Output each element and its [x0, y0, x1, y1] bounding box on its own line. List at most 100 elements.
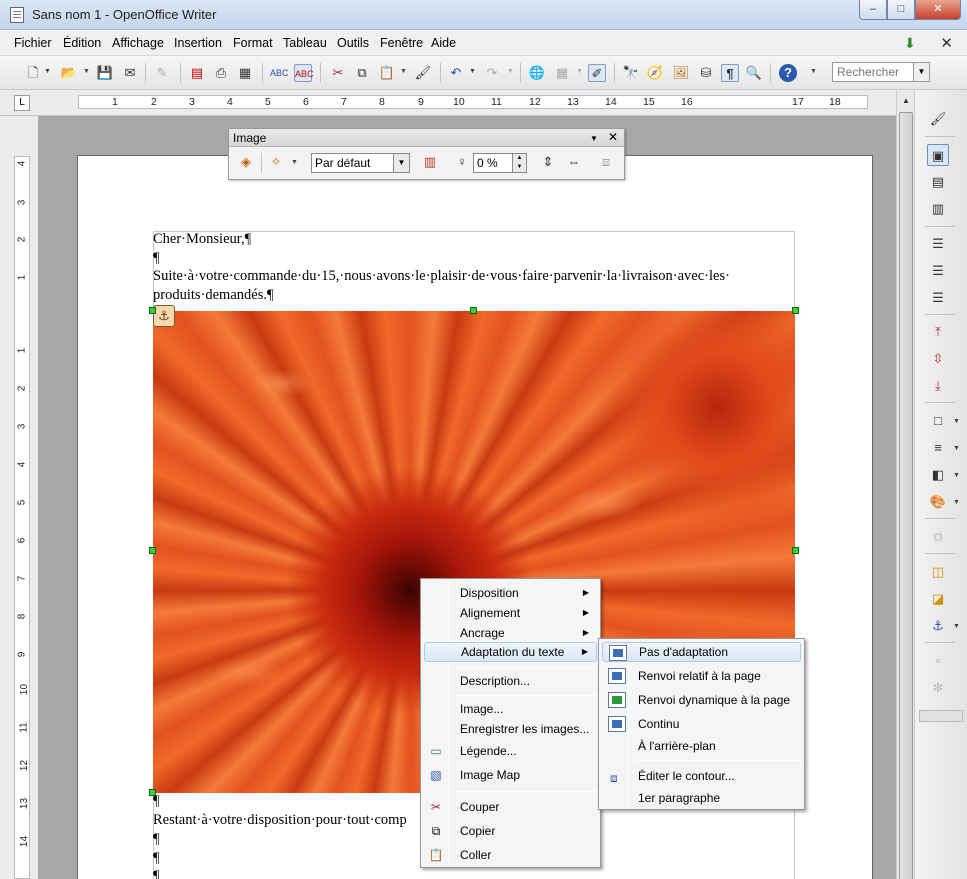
- submenu-item-no-wrap[interactable]: Pas d'adaptation: [602, 642, 801, 662]
- flip-vertical-icon[interactable]: ⇕: [539, 153, 557, 171]
- link-frames-icon[interactable]: ⧉: [927, 526, 949, 548]
- submenu-item-background[interactable]: À l'arrière-plan: [602, 736, 801, 756]
- resize-handle[interactable]: [792, 307, 799, 314]
- transparency-field[interactable]: 0 % ▲ ▼: [473, 153, 527, 173]
- undo-dropdown[interactable]: ▼: [469, 68, 476, 75]
- pilcrow-icon[interactable]: ¶: [721, 64, 739, 82]
- transparency-spinner[interactable]: ▲ ▼: [512, 154, 526, 172]
- border-dropdown[interactable]: ▼: [953, 418, 960, 425]
- close-icon[interactable]: ✕: [608, 130, 618, 144]
- maximize-button[interactable]: □: [887, 0, 915, 20]
- ruler-strip[interactable]: 1 2 3 4 5 6 7 8 9 10 11 12 13 14 15 16 1…: [78, 95, 868, 109]
- graphics-mode-select[interactable]: Par défaut ▼: [311, 153, 410, 173]
- menu-aide[interactable]: Aide: [431, 36, 456, 50]
- redo-dropdown[interactable]: ▼: [507, 68, 514, 75]
- email-icon[interactable]: ✉: [121, 64, 139, 82]
- menu-item-paste[interactable]: 📋 Coller: [424, 845, 597, 865]
- align-left-icon[interactable]: ☰: [927, 233, 949, 255]
- hyperlink-icon[interactable]: 🌐: [528, 64, 546, 82]
- doc-line[interactable]: Suite·à·votre·commande·du·15,·nous·avons…: [153, 268, 730, 285]
- anchor-icon[interactable]: ⚓: [927, 615, 949, 637]
- flip-horizontal-icon[interactable]: ⇔: [565, 153, 583, 171]
- tab-stop-selector[interactable]: L: [14, 95, 30, 111]
- navigator-icon[interactable]: 🧭: [646, 64, 664, 82]
- format-icon[interactable]: 🖌: [927, 108, 949, 130]
- spellcheck-icon[interactable]: ABC: [270, 64, 289, 82]
- graphic-filter-icon[interactable]: ◈: [237, 153, 255, 171]
- minimize-button[interactable]: –: [859, 0, 887, 20]
- border-icon[interactable]: □: [927, 410, 949, 432]
- resize-handle[interactable]: [792, 547, 799, 554]
- redo-icon[interactable]: ↷: [483, 64, 501, 82]
- filter-wand-icon[interactable]: ✧: [267, 153, 285, 171]
- bring-front-icon[interactable]: ◫: [927, 561, 949, 583]
- gallery-icon[interactable]: 🖼: [672, 64, 690, 82]
- paste-dropdown[interactable]: ▼: [400, 68, 407, 75]
- doc-line[interactable]: ¶: [153, 250, 160, 267]
- align-right-icon[interactable]: ☰: [927, 287, 949, 309]
- edit-icon[interactable]: ✎: [153, 64, 171, 82]
- line-style-icon[interactable]: ≡: [927, 437, 949, 459]
- search-input[interactable]: Rechercher ▼: [832, 62, 930, 82]
- new-icon[interactable]: 🗋: [24, 64, 42, 82]
- menu-item-caption[interactable]: ▭ Légende...: [424, 741, 597, 761]
- menu-item-copy[interactable]: ⧉ Copier: [424, 821, 597, 841]
- vertical-scrollbar[interactable]: ▲: [896, 90, 914, 879]
- resize-handle[interactable]: [470, 307, 477, 314]
- anchor-dropdown[interactable]: ▼: [953, 623, 960, 630]
- crop-icon[interactable]: ⧈: [597, 153, 615, 171]
- wrap-off-icon[interactable]: ▣: [927, 144, 949, 166]
- scroll-up-icon[interactable]: ▲: [899, 94, 913, 108]
- update-icon[interactable]: ⬇: [904, 35, 916, 52]
- doc-line[interactable]: ¶: [153, 868, 160, 879]
- paste-icon[interactable]: 📋: [378, 64, 396, 82]
- frame-toolbar-scroll[interactable]: [919, 710, 963, 722]
- background-color-dropdown[interactable]: ▼: [953, 499, 960, 506]
- submenu-item-edit-contour[interactable]: ⧈ Éditer le contour...: [602, 766, 801, 786]
- zoom-icon[interactable]: 🔍: [745, 64, 763, 82]
- submenu-item-first-paragraph[interactable]: 1er paragraphe: [602, 788, 801, 808]
- scroll-thumb[interactable]: [899, 112, 913, 879]
- resize-handle[interactable]: [149, 547, 156, 554]
- border-color-dropdown[interactable]: ▼: [953, 472, 960, 479]
- submenu-item-continuous[interactable]: Continu: [602, 714, 801, 734]
- doc-line[interactable]: produits·demandés.¶: [153, 287, 274, 304]
- wrap-through-icon[interactable]: ▥: [927, 198, 949, 220]
- macro-icon[interactable]: ✻: [927, 677, 949, 699]
- image-toolbar-header[interactable]: Image ▼ ✕: [229, 129, 624, 147]
- doc-line[interactable]: ¶: [153, 831, 160, 848]
- menu-item-image-map[interactable]: ▧ Image Map: [424, 765, 597, 785]
- doc-line[interactable]: Cher·Monsieur,¶: [153, 231, 251, 248]
- line-style-dropdown[interactable]: ▼: [953, 445, 960, 452]
- doc-line[interactable]: ¶: [153, 793, 160, 810]
- menu-item-description[interactable]: Description...: [424, 671, 597, 691]
- cut-icon[interactable]: ✂: [329, 64, 347, 82]
- help-icon[interactable]: ?: [779, 64, 797, 82]
- toolbar-menu-icon[interactable]: ▼: [590, 134, 598, 143]
- search-dropdown[interactable]: ▼: [913, 63, 929, 81]
- datasource-icon[interactable]: ⛁: [697, 64, 715, 82]
- menu-item-ancrage[interactable]: Ancrage ▶: [424, 623, 597, 643]
- anchor-icon[interactable]: ⚓: [153, 305, 175, 327]
- menu-affichage[interactable]: Affichage: [112, 36, 164, 50]
- autospell-icon[interactable]: ABC: [294, 64, 314, 82]
- align-middle-icon[interactable]: ⇳: [927, 348, 949, 370]
- find-icon[interactable]: 🔭: [622, 64, 640, 82]
- doc-line[interactable]: ¶: [153, 850, 160, 867]
- chevron-down-icon[interactable]: ▼: [393, 154, 409, 172]
- undo-icon[interactable]: ↶: [447, 64, 465, 82]
- preview-icon[interactable]: ▦: [236, 64, 254, 82]
- open-dropdown[interactable]: ▼: [83, 68, 90, 75]
- table-dropdown[interactable]: ▼: [576, 68, 583, 75]
- send-back-icon[interactable]: ◪: [927, 588, 949, 610]
- menu-format[interactable]: Format: [233, 36, 273, 50]
- clone-icon[interactable]: 🖌: [414, 64, 432, 82]
- submenu-item-page-relative[interactable]: Renvoi relatif à la page: [602, 666, 801, 686]
- wrap-page-icon[interactable]: ▤: [927, 171, 949, 193]
- color-icon[interactable]: ▥: [421, 153, 439, 171]
- filter-dropdown[interactable]: ▼: [291, 159, 298, 166]
- menu-item-alignement[interactable]: Alignement ▶: [424, 603, 597, 623]
- new-dropdown[interactable]: ▼: [44, 68, 51, 75]
- menu-item-disposition[interactable]: Disposition ▶: [424, 583, 597, 603]
- border-color-icon[interactable]: ◧: [927, 464, 949, 486]
